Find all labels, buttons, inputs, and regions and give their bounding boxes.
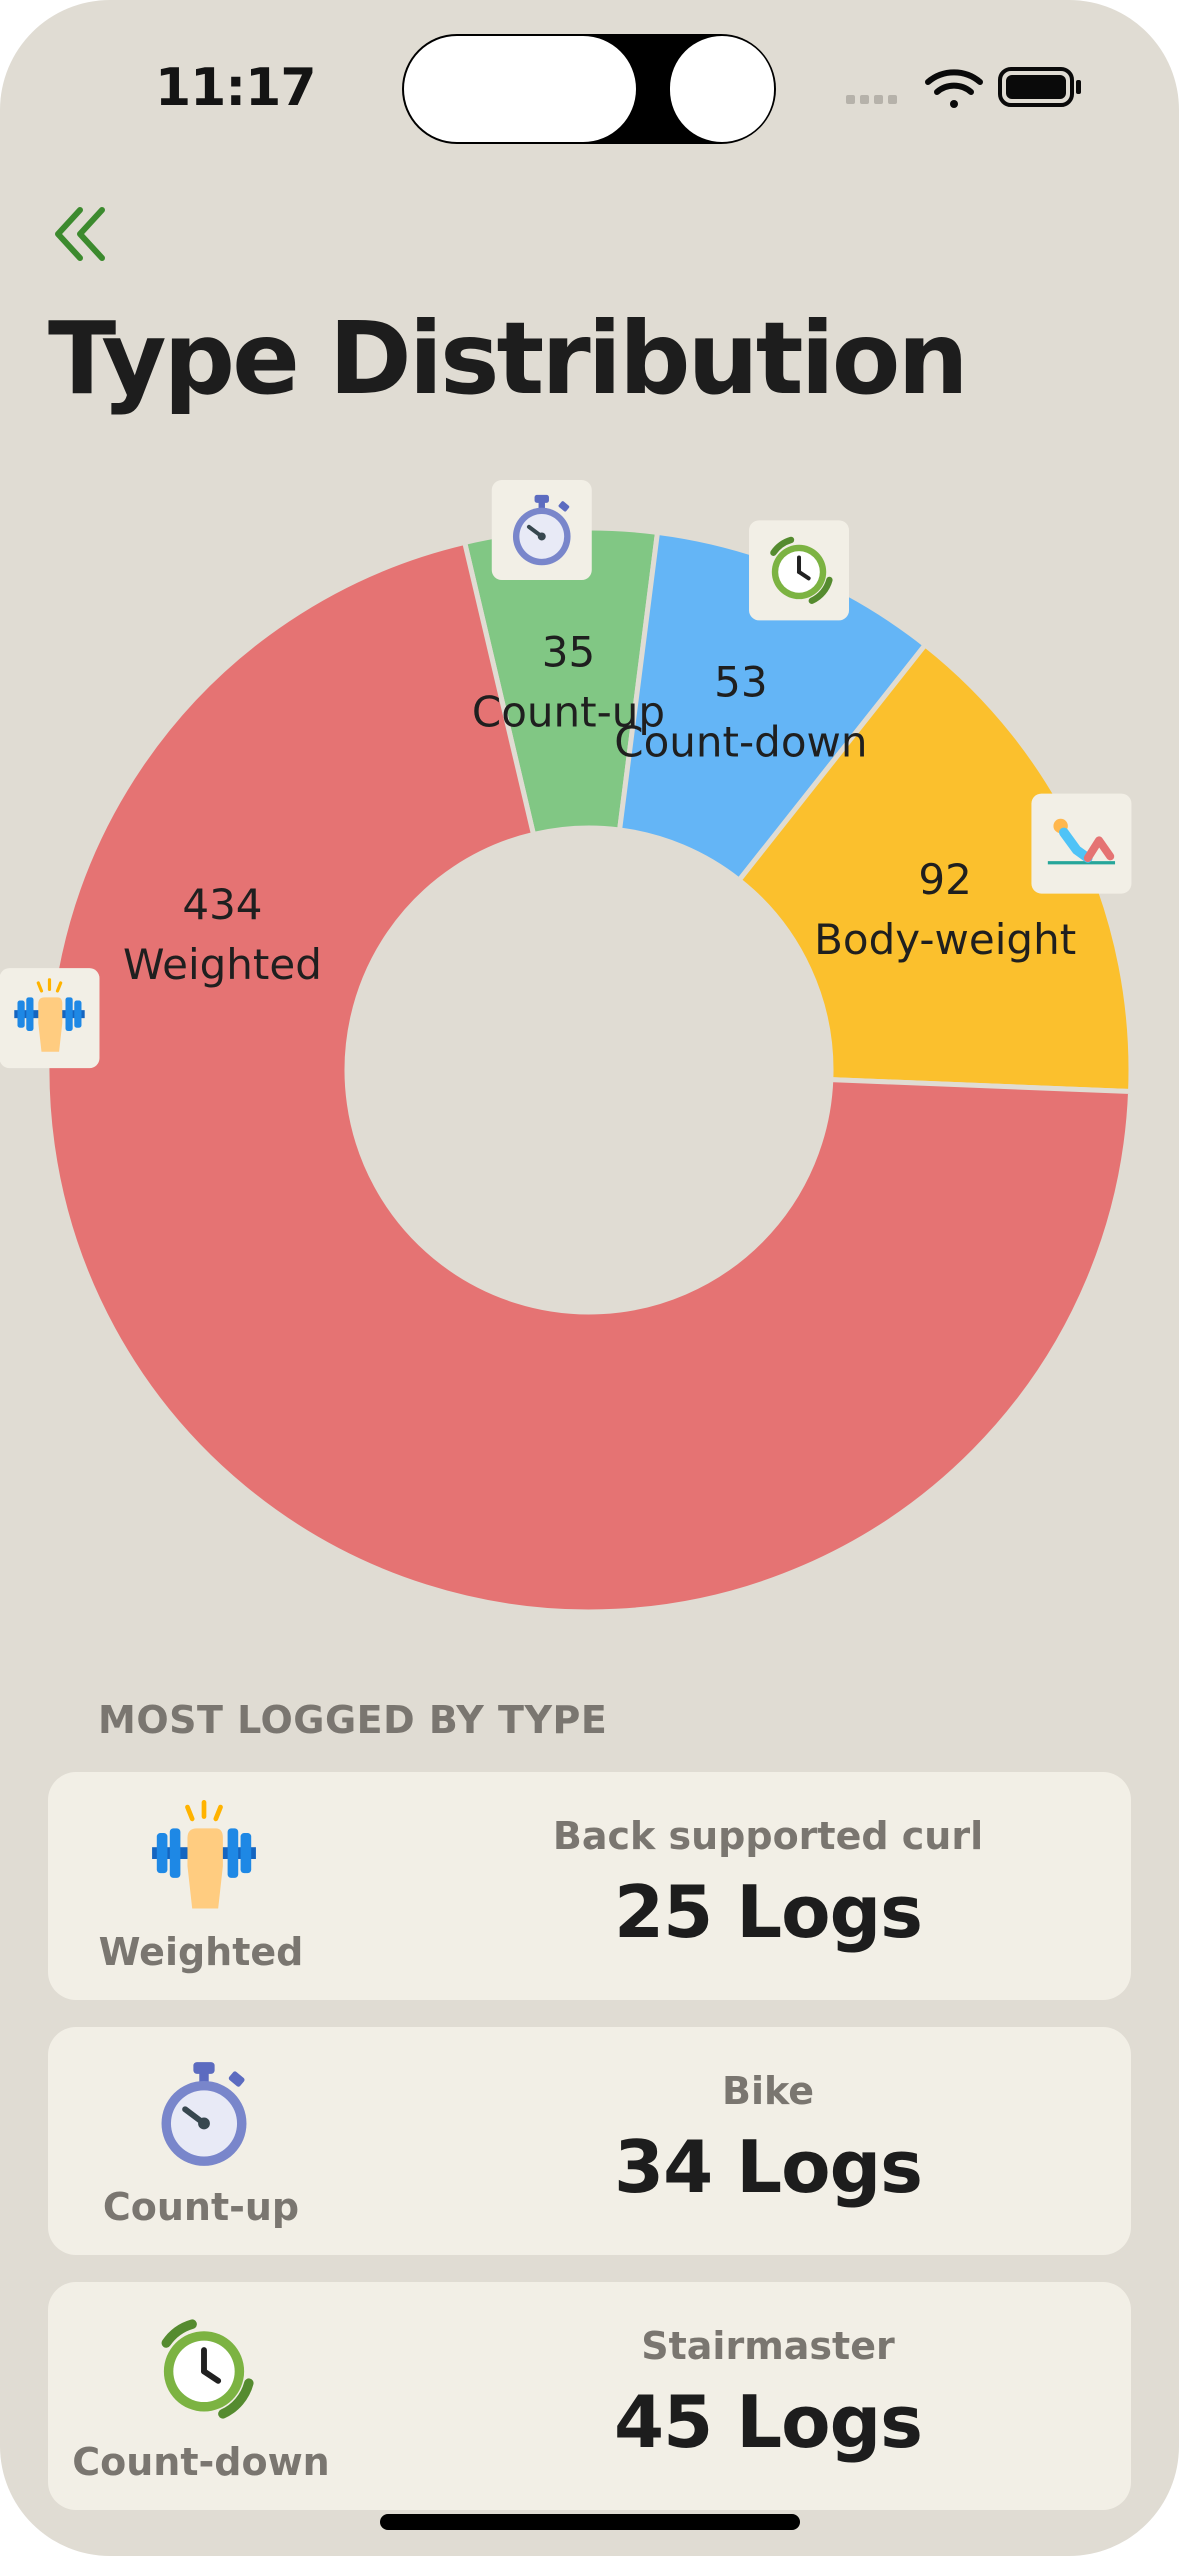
phone-screen: 11:17 Type Distribution 35 Count-up 53 Coun… — [0, 0, 1179, 2556]
slice-name-label: Weighted — [123, 940, 322, 989]
section-header: MOST LOGGED BY TYPE — [98, 1698, 608, 1742]
card-log-count: 25 Logs — [614, 1870, 923, 1954]
card-type-label: Weighted — [98, 1930, 304, 1974]
slice-value-label: 35 — [542, 628, 595, 677]
card-type-label: Count-down — [72, 2440, 330, 2484]
wifi-icon — [925, 69, 983, 108]
double-chevron-left-icon — [55, 207, 105, 261]
page-title: Type Distribution — [48, 300, 969, 417]
timer-icon — [140, 2310, 268, 2428]
signal-icon — [846, 95, 897, 104]
slice-value-label: 434 — [182, 880, 262, 929]
dumbbell-icon — [140, 1800, 268, 1918]
slice-value-label: 53 — [714, 658, 767, 707]
island-dot — [670, 36, 774, 142]
slice-name-label: Body-weight — [814, 915, 1076, 964]
situp-icon — [1031, 793, 1132, 894]
slice-name-label: Count-down — [614, 718, 867, 767]
stopwatch-icon — [491, 480, 592, 581]
island-pill — [404, 36, 636, 142]
most-logged-card-count-up[interactable]: Count-up Bike 34 Logs — [48, 2027, 1131, 2255]
slice-value-label: 92 — [918, 855, 971, 904]
home-indicator[interactable] — [380, 2514, 800, 2530]
most-logged-card-weighted[interactable]: Weighted Back supported curl 25 Logs — [48, 1772, 1131, 2000]
card-exercise-name: Bike — [721, 2069, 814, 2113]
card-exercise-name: Back supported curl — [552, 1814, 984, 1858]
timer-icon — [749, 520, 850, 621]
dumbbell-icon — [0, 968, 100, 1069]
card-exercise-name: Stairmaster — [641, 2324, 895, 2368]
type-distribution-chart: 35Count-up53Count-down92Body-weight434We… — [0, 480, 1134, 1615]
status-time: 11:17 — [155, 58, 317, 118]
back-button[interactable] — [52, 200, 112, 270]
card-type-label: Count-up — [102, 2185, 300, 2229]
card-log-count: 45 Logs — [614, 2380, 923, 2464]
status-icons — [846, 67, 1081, 108]
card-log-count: 34 Logs — [614, 2125, 923, 2209]
most-logged-card-count-down[interactable]: Count-down Stairmaster 45 Logs — [48, 2282, 1131, 2510]
battery-icon — [998, 67, 1081, 107]
stopwatch-icon — [140, 2055, 268, 2173]
